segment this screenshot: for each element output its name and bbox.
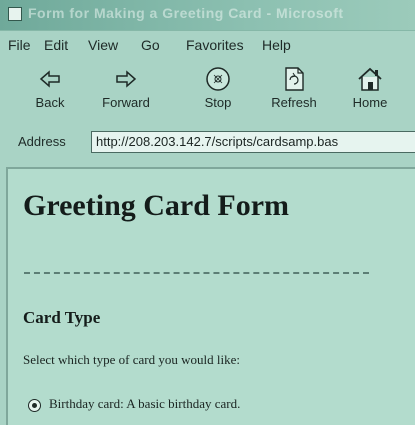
menu-file[interactable]: File xyxy=(8,37,31,53)
forward-label: Forward xyxy=(102,95,150,110)
app-icon[interactable] xyxy=(8,7,22,21)
forward-arrow-icon xyxy=(116,70,137,88)
section-heading: Card Type xyxy=(23,308,101,327)
card-type-prompt: Select which type of card you would like… xyxy=(23,352,240,367)
menu-go[interactable]: Go xyxy=(141,37,160,53)
menu-favorites[interactable]: Favorites xyxy=(186,37,244,53)
address-input[interactable]: http://208.203.142.7/scripts/cardsamp.ba… xyxy=(91,131,415,153)
horizontal-rule xyxy=(24,272,369,274)
page-content: Greeting Card Form Card Type Select whic… xyxy=(6,167,415,425)
birthday-card-option[interactable]: Birthday card: A basic birthday card. xyxy=(28,396,240,412)
window-title: Form for Making a Greeting Card - Micros… xyxy=(28,5,344,21)
window-title-bar: Form for Making a Greeting Card - Micros… xyxy=(0,0,415,31)
refresh-icon xyxy=(285,67,304,91)
stop-button[interactable]: Stop xyxy=(188,65,248,121)
stop-icon xyxy=(206,67,230,91)
refresh-label: Refresh xyxy=(271,95,317,110)
toolbar: Back Forward Stop Refresh Home xyxy=(0,59,415,125)
forward-button[interactable]: Forward xyxy=(96,65,156,121)
menu-help[interactable]: Help xyxy=(262,37,291,53)
back-label: Back xyxy=(35,95,65,110)
home-label: Home xyxy=(352,95,388,110)
back-button[interactable]: Back xyxy=(20,65,80,121)
menu-edit[interactable]: Edit xyxy=(44,37,68,53)
stop-label: Stop xyxy=(204,95,232,110)
birthday-card-radio[interactable] xyxy=(28,398,41,412)
address-bar: Address http://208.203.142.7/scripts/car… xyxy=(0,127,415,157)
address-label: Address xyxy=(18,134,66,149)
home-icon xyxy=(358,67,382,91)
birthday-card-label: Birthday card: A basic birthday card. xyxy=(49,396,241,411)
home-button[interactable]: Home xyxy=(340,65,400,121)
menu-bar: File Edit View Go Favorites Help xyxy=(0,31,415,59)
page-title: Greeting Card Form xyxy=(23,189,290,222)
back-arrow-icon xyxy=(39,70,60,88)
menu-view[interactable]: View xyxy=(88,37,118,53)
refresh-button[interactable]: Refresh xyxy=(264,65,324,121)
